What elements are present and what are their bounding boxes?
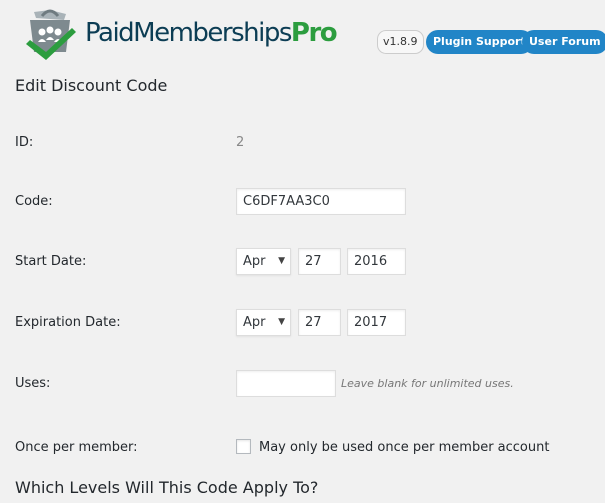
once-per-member-checkbox-label[interactable]: May only be used once per member account <box>259 440 549 455</box>
chevron-down-icon: ▼ <box>278 317 285 327</box>
start-month-select[interactable]: Apr ▼ <box>236 248 291 275</box>
expiration-month-value: Apr <box>243 315 266 330</box>
version-badge: v1.8.9 <box>377 30 424 54</box>
id-value: 2 <box>236 135 245 150</box>
user-forum-button[interactable]: User Forum <box>522 30 605 54</box>
uses-input[interactable] <box>236 370 336 397</box>
uses-label: Uses: <box>15 376 51 391</box>
logo-word-memberships: Memberships <box>133 18 292 48</box>
start-date-label: Start Date: <box>15 254 87 269</box>
chevron-down-icon: ▼ <box>278 256 285 266</box>
start-year-input[interactable]: 2016 <box>347 248 406 275</box>
code-label: Code: <box>15 194 53 209</box>
start-month-value: Apr <box>243 254 266 269</box>
code-input[interactable]: C6DF7AA3C0 <box>236 188 406 215</box>
uses-hint: Leave blank for unlimited uses. <box>341 377 514 390</box>
levels-section-title: Which Levels Will This Code Apply To? <box>15 478 319 497</box>
start-day-input[interactable]: 27 <box>298 248 341 275</box>
id-label: ID: <box>15 135 34 150</box>
logo-word-paid: Paid <box>85 18 135 48</box>
plugin-header: PaidMembershipsPro v1.8.9 Plugin Support… <box>0 0 605 72</box>
plugin-support-button[interactable]: Plugin Support <box>426 30 533 54</box>
once-per-member-label: Once per member: <box>15 440 138 455</box>
expiration-date-label: Expiration Date: <box>15 315 121 330</box>
expiration-year-input[interactable]: 2017 <box>347 309 406 336</box>
expiration-day-input[interactable]: 27 <box>298 309 341 336</box>
expiration-month-select[interactable]: Apr ▼ <box>236 309 291 336</box>
plugin-logo-text: PaidMembershipsPro <box>85 18 338 48</box>
page-title: Edit Discount Code <box>15 76 168 95</box>
once-per-member-checkbox[interactable] <box>236 439 251 454</box>
shopping-bag-logo-icon <box>26 9 76 60</box>
logo-word-pro: Pro <box>290 18 338 48</box>
